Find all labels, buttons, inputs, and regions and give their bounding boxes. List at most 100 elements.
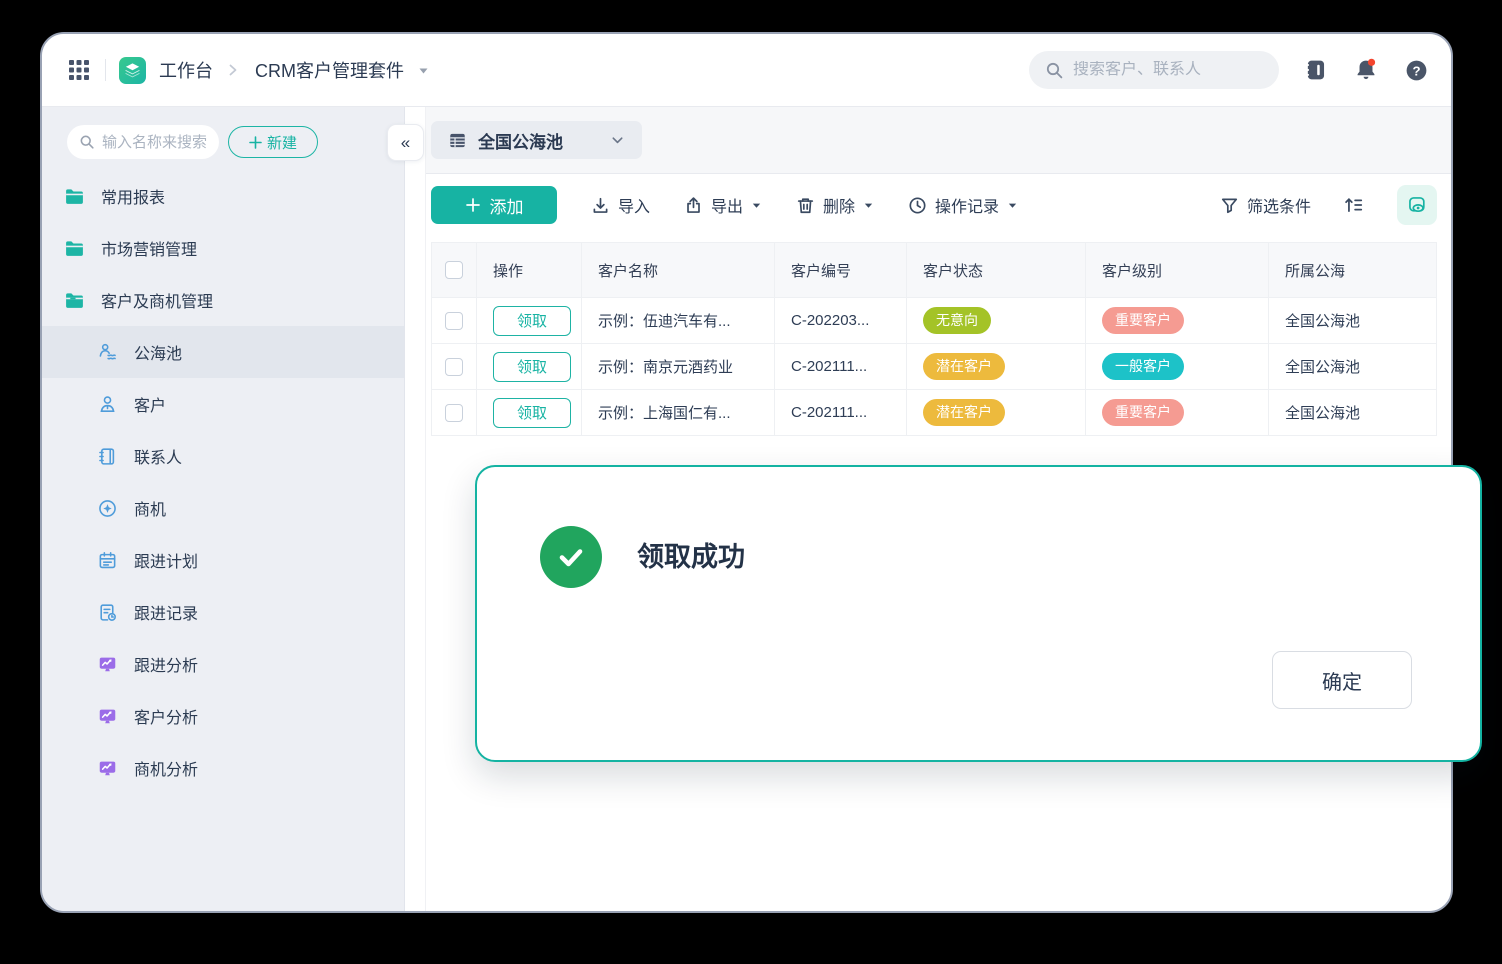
success-check-icon bbox=[540, 526, 602, 588]
analysis-monitor-icon bbox=[97, 654, 118, 675]
customer-code: C-202203... bbox=[775, 298, 907, 344]
operation-log-button[interactable]: 操作记录 bbox=[908, 193, 1018, 217]
success-dialog: 领取成功 确定 bbox=[475, 465, 1482, 762]
status-badge: 无意向 bbox=[923, 307, 991, 334]
analysis-monitor-icon bbox=[97, 706, 118, 727]
folder-open-icon bbox=[64, 290, 85, 311]
sidebar-search-input[interactable] bbox=[102, 134, 207, 151]
column-header-pool: 所属公海 bbox=[1269, 243, 1437, 298]
person-icon bbox=[97, 394, 118, 415]
row-checkbox[interactable] bbox=[445, 312, 463, 330]
svg-text:?: ? bbox=[1412, 63, 1420, 78]
topbar-right: ? bbox=[1029, 51, 1429, 89]
customer-name: 示例：伍迪汽车有... bbox=[582, 298, 775, 344]
sidebar-item-public-pool[interactable]: 公海池 bbox=[42, 326, 404, 378]
sidebar-item-opportunities[interactable]: 商机 bbox=[42, 482, 404, 534]
app-logo-icon[interactable] bbox=[119, 57, 146, 84]
sidebar-item-follow-analysis[interactable]: 跟进分析 bbox=[42, 638, 404, 690]
grid-menu-icon[interactable] bbox=[66, 57, 92, 83]
sort-icon[interactable] bbox=[1341, 192, 1367, 218]
sidebar-item-common-reports[interactable]: 常用报表 bbox=[42, 170, 404, 222]
sidebar-collapse-button[interactable]: « bbox=[387, 124, 424, 161]
column-header-code: 客户编号 bbox=[775, 243, 907, 298]
sidebar: 新建 常用报表 市场营销管理 客户及商机管理 bbox=[42, 107, 405, 913]
select-all-checkbox[interactable] bbox=[445, 261, 463, 279]
global-search[interactable] bbox=[1029, 51, 1279, 89]
confirm-button[interactable]: 确定 bbox=[1272, 651, 1412, 709]
topbar: 工作台 CRM客户管理套件 ? bbox=[42, 34, 1451, 107]
import-button[interactable]: 导入 bbox=[591, 193, 650, 217]
level-badge: 一般客户 bbox=[1102, 353, 1184, 380]
add-button[interactable]: 添加 bbox=[431, 186, 557, 224]
view-selector[interactable]: 全国公海池 bbox=[431, 121, 642, 159]
breadcrumb-caret-icon[interactable] bbox=[417, 64, 430, 77]
view-strip: 全国公海池 bbox=[426, 107, 1451, 174]
customer-code: C-202111... bbox=[775, 390, 907, 436]
sidebar-item-marketing[interactable]: 市场营销管理 bbox=[42, 222, 404, 274]
sidebar-item-customers[interactable]: 客户 bbox=[42, 378, 404, 430]
dialog-title: 领取成功 bbox=[637, 526, 745, 588]
folder-icon bbox=[64, 238, 85, 259]
breadcrumb-title[interactable]: CRM客户管理套件 bbox=[255, 57, 404, 83]
delete-button[interactable]: 删除 bbox=[796, 193, 874, 217]
pool-name: 全国公海池 bbox=[1269, 344, 1437, 390]
folder-icon bbox=[64, 186, 85, 207]
level-badge: 重要客户 bbox=[1102, 399, 1184, 426]
plus-icon bbox=[249, 136, 262, 149]
topbar-left: 工作台 CRM客户管理套件 bbox=[66, 57, 430, 84]
column-header-name: 客户名称 bbox=[582, 243, 775, 298]
sidebar-nav: 常用报表 市场营销管理 客户及商机管理 公海池 客户 bbox=[42, 170, 404, 794]
topbar-divider bbox=[105, 59, 106, 81]
view-selector-label: 全国公海池 bbox=[478, 128, 563, 153]
claim-button[interactable]: 领取 bbox=[493, 352, 571, 382]
plus-icon bbox=[465, 197, 481, 213]
view-settings-button[interactable] bbox=[1397, 185, 1437, 225]
column-header-status: 客户状态 bbox=[907, 243, 1086, 298]
notebook-icon[interactable] bbox=[1303, 57, 1329, 83]
new-button[interactable]: 新建 bbox=[228, 126, 318, 158]
column-header-level: 客户级别 bbox=[1086, 243, 1269, 298]
sidebar-item-customer-management[interactable]: 客户及商机管理 bbox=[42, 274, 404, 326]
caret-down-icon bbox=[751, 200, 762, 211]
filter-button[interactable]: 筛选条件 bbox=[1220, 193, 1311, 217]
record-doc-icon bbox=[97, 602, 118, 623]
status-badge: 潜在客户 bbox=[923, 353, 1005, 380]
table-row: 领取 示例：上海国仁有... C-202111... 潜在客户 重要客户 全国公… bbox=[432, 390, 1437, 436]
search-icon bbox=[79, 134, 95, 150]
claim-button[interactable]: 领取 bbox=[493, 306, 571, 336]
caret-down-icon bbox=[1007, 200, 1018, 211]
export-button[interactable]: 导出 bbox=[684, 193, 762, 217]
status-badge: 潜在客户 bbox=[923, 399, 1005, 426]
calendar-icon bbox=[97, 550, 118, 571]
sidebar-item-contacts[interactable]: 联系人 bbox=[42, 430, 404, 482]
breadcrumb-chevron-icon bbox=[226, 63, 240, 77]
customer-code: C-202111... bbox=[775, 344, 907, 390]
pool-name: 全国公海池 bbox=[1269, 298, 1437, 344]
table-header-row: 操作 客户名称 客户编号 客户状态 客户级别 所属公海 bbox=[432, 243, 1437, 298]
claim-button[interactable]: 领取 bbox=[493, 398, 571, 428]
chevron-down-icon bbox=[610, 133, 625, 148]
global-search-input[interactable] bbox=[1073, 61, 1263, 79]
sidebar-item-follow-plan[interactable]: 跟进计划 bbox=[42, 534, 404, 586]
table-view-icon bbox=[448, 131, 467, 150]
sidebar-item-opportunity-analysis[interactable]: 商机分析 bbox=[42, 742, 404, 794]
row-checkbox[interactable] bbox=[445, 358, 463, 376]
sidebar-item-customer-analysis[interactable]: 客户分析 bbox=[42, 690, 404, 742]
opportunity-compass-icon bbox=[97, 498, 118, 519]
search-icon bbox=[1045, 61, 1064, 80]
customer-name: 示例：上海国仁有... bbox=[582, 390, 775, 436]
sidebar-search[interactable] bbox=[67, 125, 219, 159]
main-gutter bbox=[405, 107, 426, 913]
toolbar: 添加 导入 导出 删除 bbox=[426, 174, 1451, 236]
sidebar-item-follow-records[interactable]: 跟进记录 bbox=[42, 586, 404, 638]
help-icon[interactable]: ? bbox=[1403, 57, 1429, 83]
data-table: 操作 客户名称 客户编号 客户状态 客户级别 所属公海 领取 bbox=[431, 242, 1437, 436]
pool-name: 全国公海池 bbox=[1269, 390, 1437, 436]
contact-book-icon bbox=[97, 446, 118, 467]
table-row: 领取 示例：伍迪汽车有... C-202203... 无意向 重要客户 全国公海… bbox=[432, 298, 1437, 344]
customer-name: 示例：南京元酒药业 bbox=[582, 344, 775, 390]
notification-bell-icon[interactable] bbox=[1353, 57, 1379, 83]
caret-down-icon bbox=[863, 200, 874, 211]
row-checkbox[interactable] bbox=[445, 404, 463, 422]
app-name[interactable]: 工作台 bbox=[159, 57, 213, 83]
